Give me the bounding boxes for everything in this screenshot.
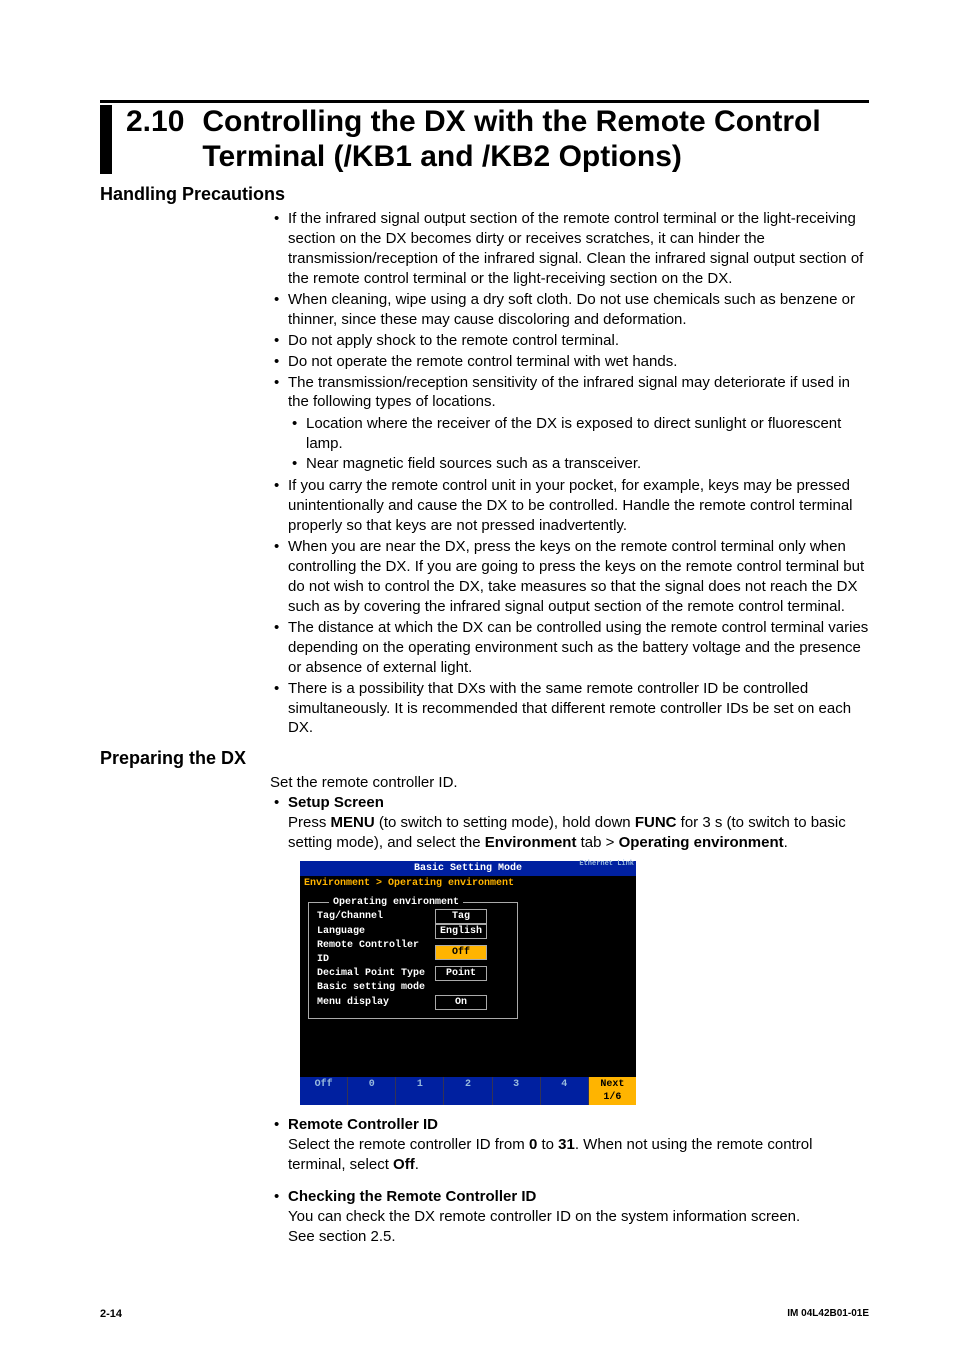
- checking-remote-controller-id-heading: Checking the Remote Controller ID: [288, 1188, 536, 1205]
- section-title-row: 2.10 Controlling the DX with the Remote …: [100, 105, 869, 174]
- scr-title-bar: Basic Setting Mode Ethernet Link: [300, 861, 636, 876]
- list-item: Location where the receiver of the DX is…: [288, 414, 869, 454]
- prep-list: Setup Screen Press MENU (to switch to se…: [270, 793, 869, 1247]
- list-item: Near magnetic field sources such as a tr…: [288, 454, 869, 474]
- softkey: 0: [348, 1077, 396, 1106]
- list-item: If the infrared signal output section of…: [270, 209, 869, 289]
- softkey-next: Next 1/6: [589, 1077, 636, 1106]
- list-item: When you are near the DX, press the keys…: [270, 537, 869, 617]
- handling-precautions-heading: Handling Precautions: [100, 184, 869, 205]
- dx-screenshot: Basic Setting Mode Ethernet Link Environ…: [300, 861, 636, 1105]
- softkey: 3: [493, 1077, 541, 1106]
- scr-group-box: Operating environment Tag/ChannelTag Lan…: [308, 902, 518, 1019]
- list-item: There is a possibility that DXs with the…: [270, 679, 869, 739]
- softkey: 2: [444, 1077, 492, 1106]
- list-item: The transmission/reception sensitivity o…: [270, 373, 869, 475]
- list-item: If you carry the remote control unit in …: [270, 476, 869, 536]
- ethernet-link-icon: Ethernet Link: [579, 861, 634, 868]
- section-number: 2.10: [126, 105, 184, 140]
- softkey: 4: [541, 1077, 589, 1106]
- scr-footer: Off 0 1 2 3 4 Next 1/6: [300, 1077, 636, 1106]
- list-item: When cleaning, wipe using a dry soft clo…: [270, 290, 869, 330]
- remote-controller-id-field: Off: [435, 945, 487, 960]
- scr-breadcrumb: Environment > Operating environment: [300, 876, 636, 891]
- title-bar-icon: [100, 105, 112, 174]
- setup-screen-item: Setup Screen Press MENU (to switch to se…: [270, 793, 869, 1105]
- section-title: Controlling the DX with the Remote Contr…: [202, 105, 869, 174]
- list-item: Do not apply shock to the remote control…: [270, 331, 869, 351]
- precautions-list: If the infrared signal output section of…: [270, 209, 869, 738]
- checking-remote-controller-id-item: Checking the Remote Controller ID You ca…: [270, 1187, 869, 1247]
- softkey: 1: [396, 1077, 444, 1106]
- page-number: 2-14: [100, 1308, 122, 1320]
- page-footer: 2-14 IM 04L42B01-01E: [0, 1308, 954, 1320]
- preparing-dx-heading: Preparing the DX: [100, 748, 869, 769]
- top-rule: [100, 100, 869, 103]
- list-item: The distance at which the DX can be cont…: [270, 618, 869, 678]
- softkey: Off: [300, 1077, 348, 1106]
- list-item: Do not operate the remote control termin…: [270, 352, 869, 372]
- setup-screen-heading: Setup Screen: [288, 794, 384, 811]
- scr-body: Operating environment Tag/ChannelTag Lan…: [300, 892, 636, 1077]
- remote-controller-id-heading: Remote Controller ID: [288, 1116, 438, 1133]
- doc-id: IM 04L42B01-01E: [787, 1308, 869, 1320]
- prep-intro: Set the remote controller ID.: [270, 773, 869, 793]
- remote-controller-id-item: Remote Controller ID Select the remote c…: [270, 1115, 869, 1175]
- precautions-sublist: Location where the receiver of the DX is…: [288, 414, 869, 474]
